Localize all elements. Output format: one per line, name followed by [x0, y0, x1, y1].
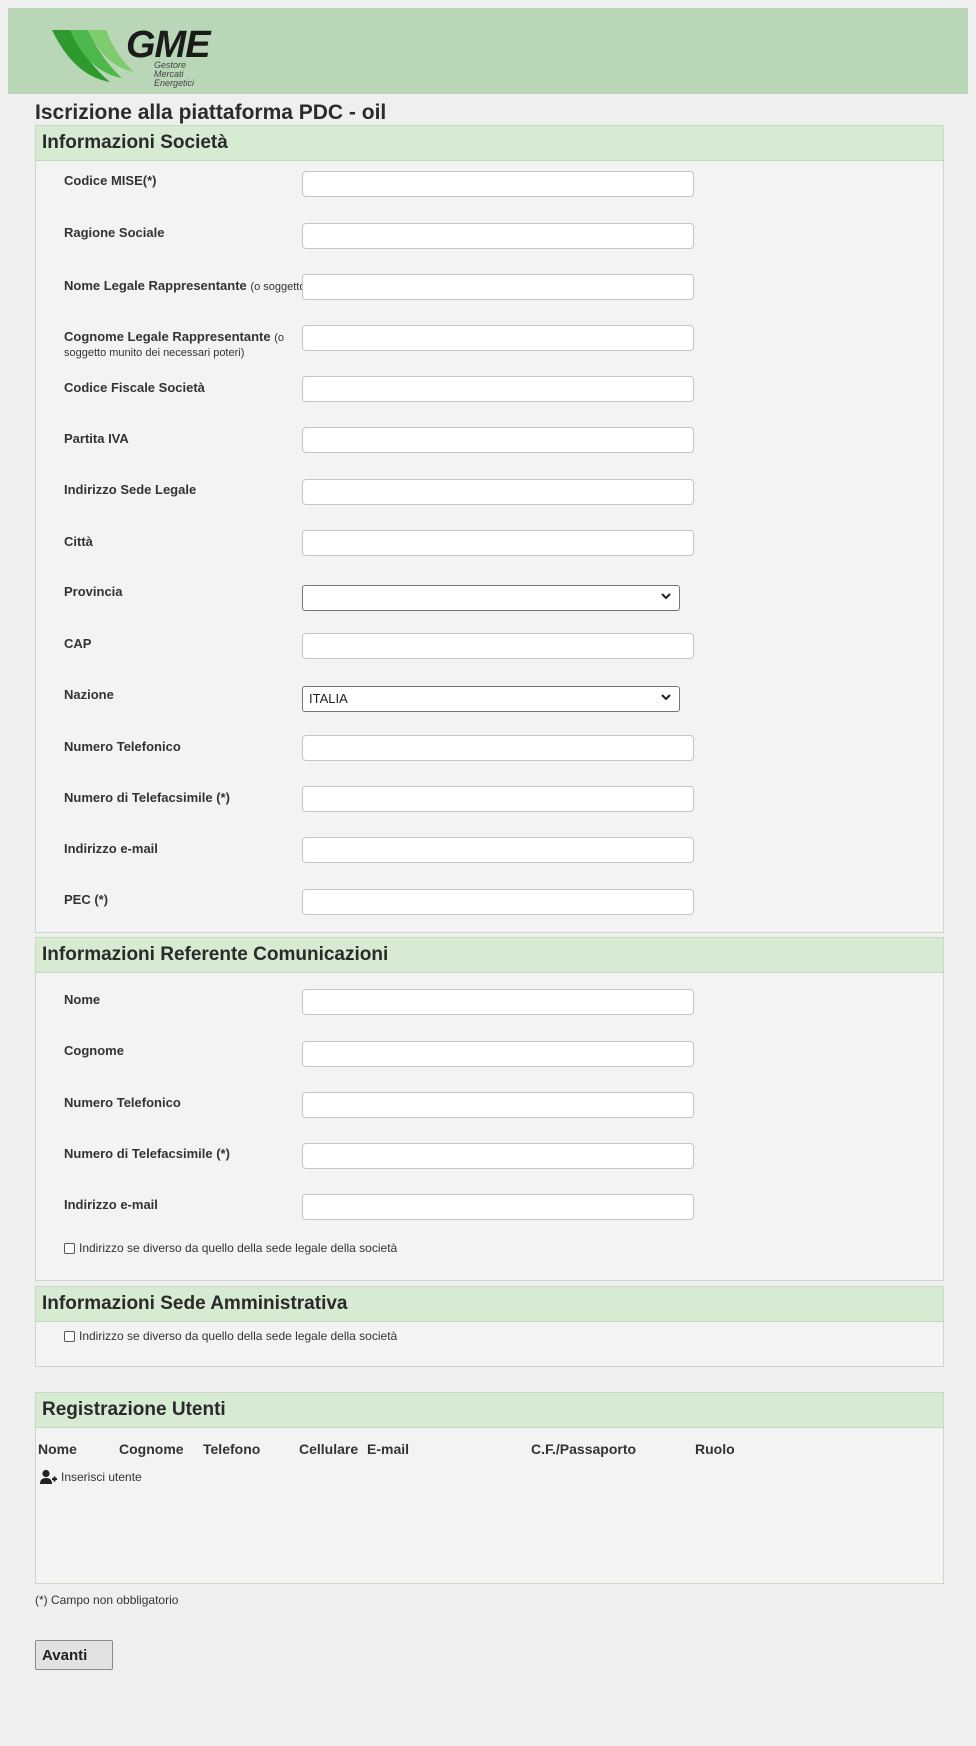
- label-indirizzo-email: Indirizzo e-mail: [64, 1197, 158, 1212]
- panel-heading: Informazioni Società: [36, 126, 943, 161]
- citta-input[interactable]: [302, 530, 694, 556]
- nazione-select[interactable]: ITALIA: [302, 686, 680, 712]
- label-provincia: Provincia: [64, 584, 123, 599]
- column-header-telefono: Telefono: [203, 1441, 261, 1457]
- panel-informazioni-sede-amministrativa: Informazioni Sede Amministrativa Indiriz…: [35, 1286, 944, 1367]
- label-nome: Nome: [64, 992, 101, 1007]
- panel-heading: Informazioni Referente Comunicazioni: [36, 938, 943, 973]
- panel-informazioni-referente: Informazioni Referente Comunicazioni Nom…: [35, 937, 944, 1281]
- indirizzo-sede-legale-input[interactable]: [302, 479, 694, 505]
- logo-swoosh-icon: [52, 30, 134, 82]
- add-user-label: Inserisci utente: [61, 1470, 142, 1484]
- add-user-button[interactable]: Inserisci utente: [40, 1469, 142, 1485]
- column-header-cellulare: Cellulare: [299, 1441, 359, 1457]
- label-indirizzo-email: Indirizzo e-mail: [64, 841, 158, 856]
- select-value: ITALIA: [309, 691, 348, 706]
- label-nazione: Nazione: [64, 687, 114, 702]
- label-cap: CAP: [64, 636, 92, 651]
- panel-heading: Informazioni Sede Amministrativa: [36, 1287, 943, 1322]
- logo-subtitle: Gestore Mercati Energetici: [154, 60, 195, 88]
- ragione-sociale-input[interactable]: [302, 223, 694, 249]
- label-codice-mise: Codice MISE(*): [64, 173, 157, 188]
- column-header-cf-passaporto: C.F./Passaporto: [531, 1441, 637, 1457]
- referente-cognome-input[interactable]: [302, 1041, 694, 1067]
- column-header-cognome: Cognome: [119, 1441, 184, 1457]
- label-ragione-sociale: Ragione Sociale: [64, 225, 165, 240]
- label-pec: PEC (*): [64, 892, 109, 907]
- label-cognome: Cognome: [64, 1043, 124, 1058]
- codice-fiscale-societa-input[interactable]: [302, 376, 694, 402]
- label-indirizzo-sede-legale: Indirizzo Sede Legale: [64, 482, 197, 497]
- site-header: GME Gestore Mercati Energetici: [8, 8, 968, 94]
- pec-input[interactable]: [302, 889, 694, 915]
- sede-indirizzo-diverso-row[interactable]: Indirizzo se diverso da quello della sed…: [64, 1329, 397, 1343]
- column-header-nome: Nome: [38, 1441, 77, 1457]
- indirizzo-diverso-checkbox[interactable]: [64, 1242, 75, 1254]
- codice-mise-input[interactable]: [302, 171, 694, 197]
- label-partita-iva: Partita IVA: [64, 431, 129, 446]
- label-numero-telefacsimile: Numero di Telefacsimile (*): [64, 790, 230, 805]
- numero-telefacsimile-input[interactable]: [302, 786, 694, 812]
- chevron-down-icon: [661, 593, 671, 600]
- label-codice-fiscale-societa: Codice Fiscale Società: [64, 380, 205, 395]
- provincia-select[interactable]: [302, 585, 680, 611]
- label-numero-telefacsimile: Numero di Telefacsimile (*): [64, 1146, 230, 1161]
- label-numero-telefonico: Numero Telefonico: [64, 739, 181, 754]
- label-cognome-legale-rappresentante: Cognome Legale Rappresentante (o soggett…: [64, 329, 285, 360]
- add-user-icon: [40, 1469, 57, 1484]
- column-header-email: E-mail: [367, 1441, 410, 1457]
- panel-informazioni-societa: Informazioni Società Codice MISE(*) Ragi…: [35, 125, 944, 933]
- column-header-ruolo: Ruolo: [695, 1441, 735, 1457]
- indirizzo-email-input[interactable]: [302, 837, 694, 863]
- chevron-down-icon: [661, 694, 671, 701]
- label-numero-telefonico: Numero Telefonico: [64, 1095, 181, 1110]
- checkbox-label: Indirizzo se diverso da quello della sed…: [79, 1241, 398, 1255]
- page-title: Iscrizione alla piattaforma PDC - oil: [35, 101, 387, 124]
- nome-legale-rappresentante-input[interactable]: [302, 274, 694, 300]
- referente-telefacsimile-input[interactable]: [302, 1143, 694, 1169]
- label-citta: Città: [64, 534, 93, 549]
- gme-logo[interactable]: GME Gestore Mercati Energetici: [48, 24, 211, 90]
- referente-telefono-input[interactable]: [302, 1092, 694, 1118]
- cap-input[interactable]: [302, 633, 694, 659]
- panel-heading: Registrazione Utenti: [36, 1393, 943, 1428]
- sede-indirizzo-diverso-checkbox[interactable]: [64, 1330, 75, 1342]
- panel-registrazione-utenti: Registrazione Utenti Nome Cognome Telefo…: [35, 1392, 944, 1584]
- partita-iva-input[interactable]: [302, 427, 694, 453]
- referente-email-input[interactable]: [302, 1194, 694, 1220]
- referente-nome-input[interactable]: [302, 989, 694, 1015]
- avanti-button[interactable]: Avanti: [35, 1640, 113, 1670]
- cognome-legale-rappresentante-input[interactable]: [302, 325, 694, 351]
- footnote: (*) Campo non obbligatorio: [35, 1593, 179, 1607]
- referente-indirizzo-diverso-row[interactable]: Indirizzo se diverso da quello della sed…: [64, 1241, 397, 1255]
- numero-telefonico-input[interactable]: [302, 735, 694, 761]
- checkbox-label: Indirizzo se diverso da quello della sed…: [79, 1329, 398, 1343]
